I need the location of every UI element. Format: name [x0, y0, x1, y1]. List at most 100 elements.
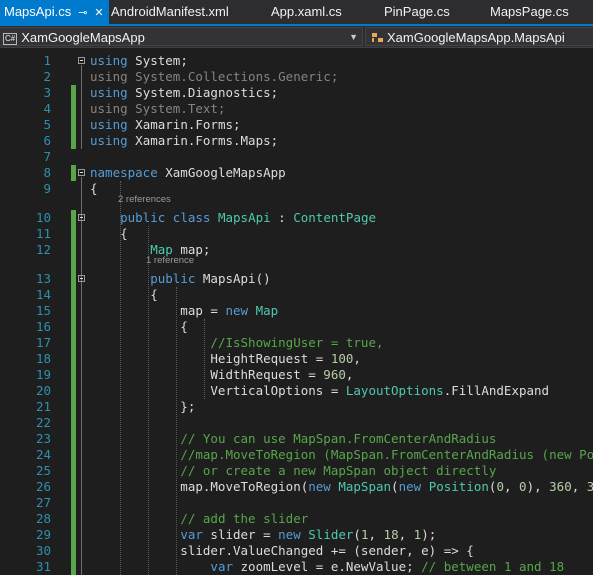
- tab-label: MapsApi.cs: [4, 4, 72, 19]
- tab-app-xaml-cs[interactable]: App.xaml.cs: [271, 0, 342, 24]
- code-token: slider.ValueChanged += (sender, e) => {: [90, 543, 474, 558]
- line-number: 24: [35, 447, 51, 462]
- navigation-bar: C# XamGoogleMapsApp ▼ XamGoogleMapsApp.Ma…: [0, 26, 593, 48]
- fold-toggle-icon[interactable]: [78, 214, 85, 221]
- close-icon[interactable]: ✕: [94, 1, 103, 25]
- code-token: ,: [571, 479, 587, 494]
- code-token: 100: [330, 351, 354, 366]
- code-text: public MapsApi(): [90, 271, 271, 287]
- code-text: namespace XamGoogleMapsApp: [90, 165, 286, 181]
- code-token: using System.Text;: [90, 101, 226, 116]
- code-text: map.MoveToRegion(new MapSpan(new Positio…: [90, 479, 593, 495]
- code-token: {: [90, 287, 158, 302]
- code-line: 27: [0, 495, 593, 511]
- code-line: 10 public class MapsApi : ContentPage: [0, 210, 593, 226]
- code-token: (: [391, 479, 399, 494]
- code-text: using System.Text;: [90, 101, 225, 117]
- code-token: using: [90, 85, 128, 100]
- project-dropdown[interactable]: C# XamGoogleMapsApp ▼: [0, 27, 363, 46]
- line-number: 26: [35, 479, 51, 494]
- code-line: 3 using System.Diagnostics;: [0, 85, 593, 101]
- code-editor[interactable]: 1 using System; 2 using System.Collections.…: [0, 48, 593, 575]
- document-tab-bar: MapsApi.cs ⊸ ✕ AndroidManifest.xml App.xam…: [0, 0, 593, 26]
- code-token: );: [421, 527, 437, 542]
- code-line: 22: [0, 415, 593, 431]
- code-token: ,: [345, 367, 354, 382]
- code-token: ,: [398, 527, 414, 542]
- code-token: 960: [323, 367, 346, 382]
- code-text: {: [90, 226, 128, 242]
- line-number: 8: [43, 165, 51, 180]
- pin-icon[interactable]: ⊸: [78, 1, 87, 25]
- code-line: 24 //map.MoveToRegion (MapSpan.FromCente…: [0, 447, 593, 463]
- line-number: 4: [43, 101, 51, 116]
- tab-pinpage-cs[interactable]: PinPage.cs: [384, 0, 450, 24]
- code-token: :: [270, 210, 294, 225]
- code-token: using: [90, 117, 128, 132]
- tab-androidmanifest-xml[interactable]: AndroidManifest.xml: [111, 0, 229, 24]
- fold-toggle-icon[interactable]: [78, 57, 85, 64]
- code-token: {: [90, 181, 98, 196]
- code-token: namespace: [90, 165, 158, 180]
- code-line: 20 VerticalOptions = LayoutOptions.FillA…: [0, 383, 593, 399]
- code-token: Map: [255, 303, 279, 318]
- code-line: 16 {: [0, 319, 593, 335]
- code-line: 25 // or create a new MapSpan object dir…: [0, 463, 593, 479]
- line-number: 18: [35, 351, 51, 366]
- code-token: // add the slider: [180, 511, 309, 526]
- codelens-constructor-references[interactable]: 1 reference: [146, 255, 194, 266]
- line-number: 28: [35, 511, 51, 526]
- code-line: 28 // add the slider: [0, 511, 593, 527]
- code-line: 19 WidthRequest = 960,: [0, 367, 593, 383]
- line-number: 5: [43, 117, 51, 132]
- code-line: 31 var zoomLevel = e.NewValue; // betwee…: [0, 559, 593, 575]
- line-number: 7: [43, 149, 51, 164]
- code-line: 12 Map map;: [0, 242, 593, 258]
- code-token: class: [172, 210, 211, 225]
- code-token: MapsApi(): [195, 271, 271, 286]
- code-token: ),: [526, 479, 550, 494]
- line-number: 17: [35, 335, 51, 350]
- code-token: Position: [428, 479, 489, 494]
- code-token: MapSpan: [338, 479, 392, 494]
- code-line: 6 using Xamarin.Forms.Maps;: [0, 133, 593, 149]
- line-number: 12: [35, 242, 51, 257]
- line-number: 13: [35, 271, 51, 286]
- line-number: 25: [35, 463, 51, 478]
- type-dropdown[interactable]: XamGoogleMapsApp.MapsApi: [365, 27, 593, 46]
- line-number: 31: [35, 559, 51, 574]
- code-line: 9{: [0, 181, 593, 197]
- code-text: };: [90, 399, 195, 415]
- code-text: using System.Diagnostics;: [90, 85, 278, 101]
- fold-toggle-icon[interactable]: [78, 275, 85, 282]
- code-text: // You can use MapSpan.FromCenterAndRadi…: [90, 431, 496, 447]
- code-token: 18: [383, 527, 399, 542]
- code-line: 17 //IsShowingUser = true,: [0, 335, 593, 351]
- code-token: var: [210, 559, 233, 574]
- code-token: ,: [368, 527, 384, 542]
- code-line: 23 // You can use MapSpan.FromCenterAndR…: [0, 431, 593, 447]
- code-token: 0: [519, 479, 527, 494]
- code-token: {: [90, 226, 128, 241]
- line-number: 1: [43, 53, 51, 68]
- codelens-class-references[interactable]: 2 references: [118, 194, 171, 205]
- code-token: using System.Collections.Generic;: [90, 69, 339, 84]
- class-icon: [372, 33, 383, 42]
- code-token: public: [120, 210, 166, 225]
- code-token: XamGoogleMapsApp: [157, 165, 286, 180]
- tab-mapsapi-cs[interactable]: MapsApi.cs ⊸ ✕: [0, 0, 109, 24]
- line-number: 14: [35, 287, 51, 302]
- code-token: ContentPage: [293, 210, 377, 225]
- code-token: ,: [503, 479, 520, 494]
- fold-toggle-icon[interactable]: [78, 169, 85, 176]
- tab-label: MapsPage.cs: [490, 4, 569, 19]
- code-token: slider =: [202, 527, 279, 542]
- tab-mapspage-cs[interactable]: MapsPage.cs: [490, 0, 569, 24]
- line-number: 19: [35, 367, 51, 382]
